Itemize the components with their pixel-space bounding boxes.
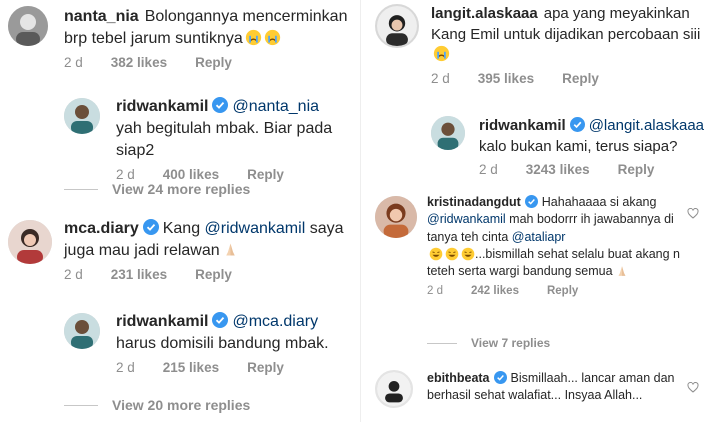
crying-emoji-icon bbox=[264, 29, 281, 46]
laughing-emoji-icon bbox=[461, 247, 475, 261]
avatar[interactable] bbox=[375, 370, 413, 408]
verified-badge-icon bbox=[142, 219, 159, 235]
avatar[interactable] bbox=[8, 220, 52, 264]
comment-username[interactable]: ridwankamil bbox=[479, 117, 566, 134]
comment-kristinadangdut: kristinadangdut Hahahaaaa si akang @ridwa… bbox=[361, 192, 720, 322]
heart-icon[interactable] bbox=[687, 382, 699, 393]
mention-link[interactable]: @nanta_nia bbox=[232, 98, 319, 115]
view-more-label: View 7 replies bbox=[471, 336, 551, 350]
mention-link[interactable]: @mca.diary bbox=[232, 313, 318, 330]
comment-meta: 2 d 395 likes Reply bbox=[431, 70, 711, 89]
avatar[interactable] bbox=[375, 196, 417, 238]
reply-ridwankamil: ridwankamil @mca.diary harus domisili ban… bbox=[0, 305, 360, 380]
comment-nanta-nia: nanta_nia Bolongannya mencerminkan brp te… bbox=[0, 0, 360, 80]
comment-ebithbeata: ebithbeata Bismillaah... lancar aman dan … bbox=[361, 368, 720, 422]
verified-badge-icon bbox=[212, 97, 229, 113]
comment-text-prefix: Kang bbox=[162, 220, 205, 237]
comment-username[interactable]: mca.diary bbox=[64, 220, 139, 237]
comments-panel-right: langit.alaskaaa apa yang meyakinkan Kang … bbox=[360, 0, 720, 422]
view-replies-button[interactable]: View 7 replies bbox=[427, 336, 550, 350]
view-more-label: View 24 more replies bbox=[112, 181, 251, 197]
reply-button[interactable]: Reply bbox=[247, 360, 284, 375]
avatar[interactable] bbox=[64, 98, 100, 134]
folded-hands-emoji-icon bbox=[222, 241, 239, 258]
comment-time: 2 d bbox=[64, 55, 83, 71]
verified-badge-icon bbox=[493, 371, 507, 384]
comment-text: kalo bukan kami, terus siapa? bbox=[479, 137, 678, 155]
mention-link[interactable]: @ataliapr bbox=[512, 230, 566, 244]
comment-username[interactable]: ridwankamil bbox=[116, 313, 208, 330]
comment-mca-diary: mca.diary Kang @ridwankamil saya juga mau… bbox=[0, 212, 360, 302]
divider bbox=[427, 342, 457, 344]
reply-button[interactable]: Reply bbox=[247, 167, 284, 182]
likes-count[interactable]: 382 likes bbox=[111, 55, 167, 70]
comment-time: 2 d bbox=[479, 162, 498, 178]
avatar[interactable] bbox=[375, 4, 419, 48]
comments-panel-left: nanta_nia Bolongannya mencerminkan brp te… bbox=[0, 0, 360, 422]
comment-meta: 2 d 3243 likes Reply bbox=[479, 161, 717, 180]
folded-hands-emoji-icon bbox=[615, 264, 629, 278]
comment-time: 2 d bbox=[116, 360, 135, 376]
comment-username[interactable]: langit.alaskaaa bbox=[431, 5, 538, 22]
mention-link[interactable]: @langit.alaskaaa bbox=[589, 117, 704, 134]
comment-text-prefix: Hahahaaaa si akang bbox=[541, 195, 657, 209]
divider bbox=[64, 404, 98, 406]
comment-text: yah begitulah mbak. Biar pada siap2 bbox=[116, 120, 333, 160]
reply-button[interactable]: Reply bbox=[562, 71, 599, 86]
comment-time: 2 d bbox=[116, 167, 135, 183]
laughing-emoji-icon bbox=[445, 247, 459, 261]
reply-button[interactable]: Reply bbox=[195, 267, 232, 282]
verified-badge-icon bbox=[569, 117, 585, 132]
comment-time: 2 d bbox=[431, 71, 450, 87]
comment-username[interactable]: nanta_nia bbox=[64, 8, 139, 25]
comment-username[interactable]: ebithbeata bbox=[427, 371, 490, 385]
comment-meta: 2 d 231 likes Reply bbox=[64, 266, 354, 285]
heart-icon[interactable] bbox=[687, 208, 699, 219]
reply-button[interactable]: Reply bbox=[195, 55, 232, 70]
likes-count[interactable]: 3243 likes bbox=[526, 162, 590, 177]
comment-meta: 2 d 242 likes Reply bbox=[427, 284, 689, 300]
likes-count[interactable]: 215 likes bbox=[163, 360, 219, 375]
verified-badge-icon bbox=[212, 312, 229, 328]
comment-meta: 2 d 382 likes Reply bbox=[64, 54, 349, 73]
verified-badge-icon bbox=[524, 195, 538, 208]
avatar[interactable] bbox=[64, 313, 100, 349]
reply-ridwankamil: ridwankamil @nanta_nia yah begitulah mbak… bbox=[0, 90, 360, 182]
view-more-replies-button[interactable]: View 24 more replies bbox=[64, 181, 250, 197]
view-more-label: View 20 more replies bbox=[112, 397, 251, 413]
mention-link[interactable]: @ridwankamil bbox=[427, 212, 506, 226]
crying-emoji-icon bbox=[433, 45, 450, 62]
likes-count[interactable]: 395 likes bbox=[478, 71, 534, 86]
comment-username[interactable]: ridwankamil bbox=[116, 98, 208, 115]
comment-username[interactable]: kristinadangdut bbox=[427, 195, 521, 209]
reply-ridwankamil: ridwankamil @langit.alaskaaa kalo bukan k… bbox=[361, 110, 720, 185]
reply-button[interactable]: Reply bbox=[547, 285, 578, 297]
comment-meta: 2 d 215 likes Reply bbox=[116, 359, 348, 378]
divider bbox=[64, 188, 98, 190]
comment-time: 2 d bbox=[64, 267, 83, 283]
reply-button[interactable]: Reply bbox=[618, 162, 655, 177]
likes-count[interactable]: 400 likes bbox=[163, 167, 219, 182]
likes-count[interactable]: 242 likes bbox=[471, 285, 519, 297]
likes-count[interactable]: 231 likes bbox=[111, 267, 167, 282]
comment-langit-alaskaaa: langit.alaskaaa apa yang meyakinkan Kang … bbox=[361, 0, 720, 95]
laughing-emoji-icon bbox=[429, 247, 443, 261]
avatar[interactable] bbox=[431, 116, 465, 150]
crying-emoji-icon bbox=[245, 29, 262, 46]
mention-link[interactable]: @ridwankamil bbox=[205, 220, 306, 237]
avatar[interactable] bbox=[8, 6, 48, 46]
comment-time: 2 d bbox=[427, 285, 443, 298]
view-more-replies-button[interactable]: View 20 more replies bbox=[64, 397, 250, 413]
comment-text: harus domisili bandung mbak. bbox=[116, 335, 329, 353]
